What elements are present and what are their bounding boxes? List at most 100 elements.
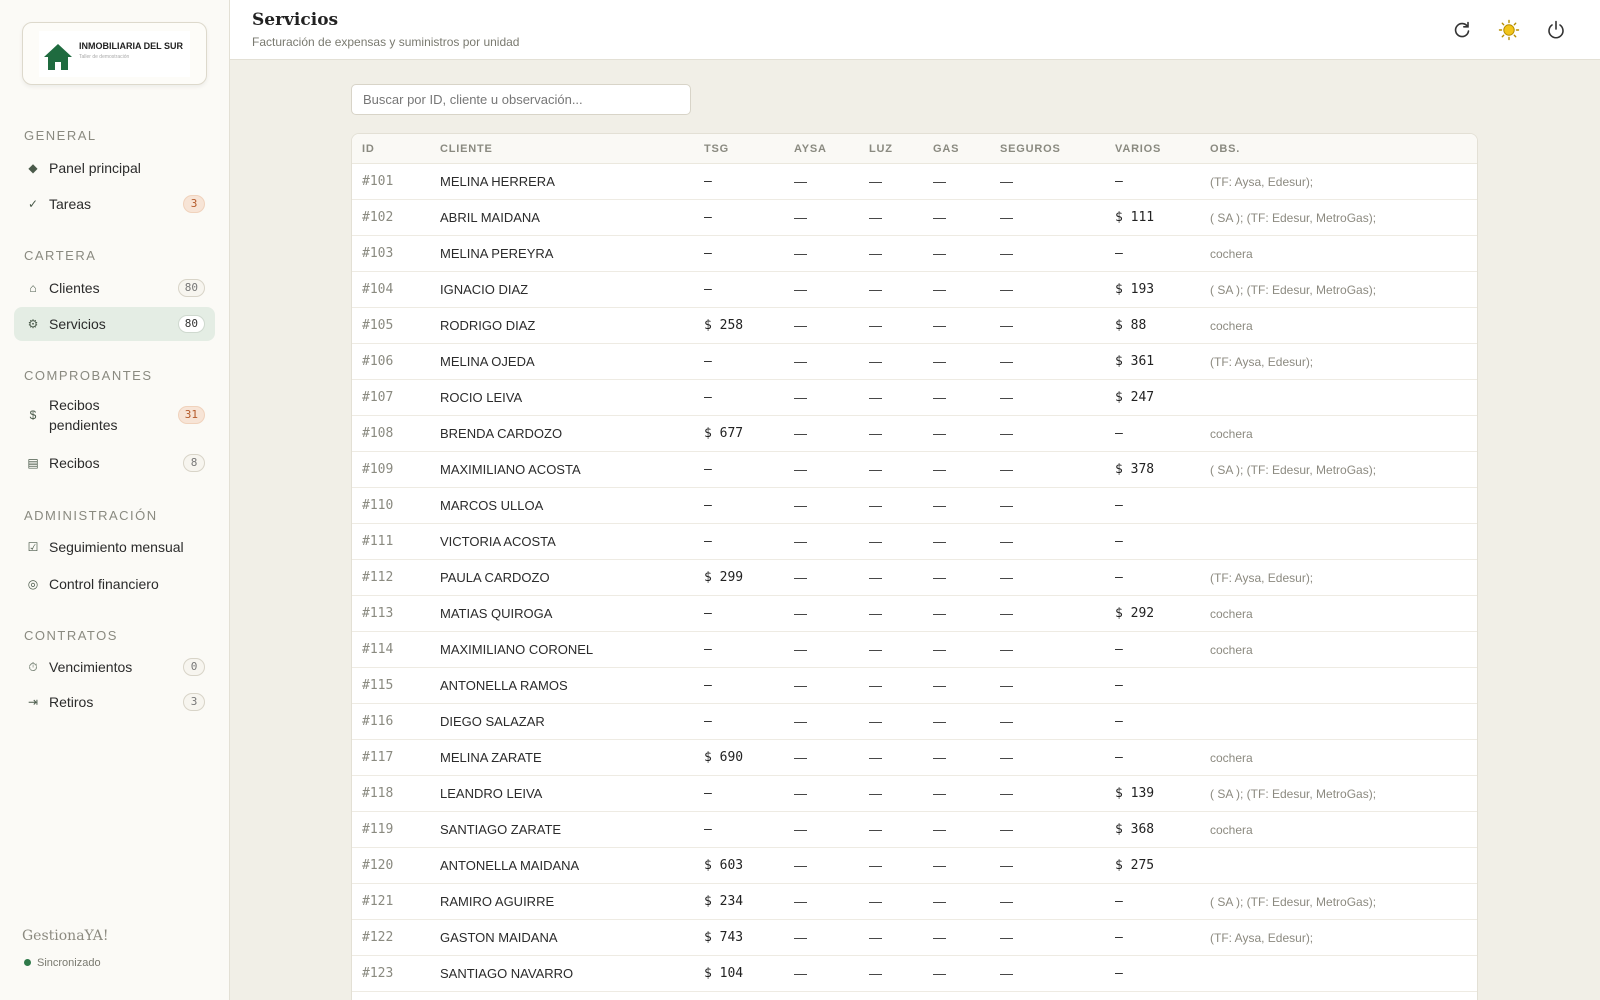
table-row[interactable]: #112 PAULA CARDOZO $ 299 — — — — — (TF: Aysa, Ed… (352, 560, 1477, 596)
cell-cliente: IGNACIO DIAZ (440, 282, 529, 297)
cell-obs: cochera (1210, 607, 1253, 621)
count-badge: 0 (183, 658, 205, 676)
theme-sun-icon (1498, 19, 1520, 41)
company-logo-card[interactable]: INMOBILIARIA DEL SUR Taller de demostrac… (22, 22, 207, 85)
column-header-tsg[interactable]: TSG (704, 134, 729, 164)
section-title-administracion: ADMINISTRACIÓN (24, 508, 158, 523)
logout-button[interactable] (1544, 18, 1568, 42)
table-row[interactable]: #101 MELINA HERRERA — — — — — — (TF: Aysa, Edesu… (352, 164, 1477, 200)
sidebar-item-servicios[interactable]: ⚙ Servicios 80 (14, 307, 215, 341)
sidebar-item-retiros[interactable]: ⇥ Retiros 3 (14, 685, 215, 719)
sidebar-item-panel-principal[interactable]: ◆ Panel principal (14, 151, 215, 185)
cell-seguros: — (1000, 246, 1013, 261)
cell-obs: (TF: Aysa, Edesur); (1210, 175, 1314, 189)
cell-seguros: — (1000, 894, 1013, 909)
house-logo-icon (44, 44, 72, 70)
table-row[interactable]: #119 SANTIAGO ZARATE — — — — — $ 368 cochera (352, 812, 1477, 848)
table-row[interactable]: #104 IGNACIO DIAZ — — — — — $ 193 ( SA ); (TF: E… (352, 272, 1477, 308)
table-row[interactable]: #118 LEANDRO LEIVA — — — — — $ 139 ( SA ); (TF: … (352, 776, 1477, 812)
table-row[interactable]: #117 MELINA ZARATE $ 690 — — — — — cochera (352, 740, 1477, 776)
cell-varios: $ 368 (1115, 822, 1155, 837)
column-header-id[interactable]: ID (362, 134, 375, 164)
cell-aysa: — (794, 570, 807, 585)
cell-tsg: — (704, 678, 712, 693)
cell-gas: — (933, 822, 946, 837)
cell-gas: — (933, 570, 946, 585)
gear-icon: ⚙ (27, 317, 39, 331)
column-header-luz[interactable]: LUZ (869, 134, 893, 164)
column-header-aysa[interactable]: AYSA (794, 134, 827, 164)
sidebar-item-label: Seguimiento mensual (49, 539, 184, 555)
cell-cliente: MELINA OJEDA (440, 354, 535, 369)
table-row[interactable]: #107 ROCIO LEIVA — — — — — $ 247 (352, 380, 1477, 416)
table-row[interactable]: #105 RODRIGO DIAZ $ 258 — — — — $ 88 cochera (352, 308, 1477, 344)
cell-gas: — (933, 894, 946, 909)
cell-cliente: MELINA PEREYRA (440, 246, 554, 261)
cell-varios: — (1115, 642, 1123, 657)
table-row[interactable]: #113 MATIAS QUIROGA — — — — — $ 292 cochera (352, 596, 1477, 632)
sidebar-item-label: Recibos (49, 455, 100, 471)
cell-id: #123 (362, 966, 394, 981)
column-header-varios[interactable]: VARIOS (1115, 134, 1161, 164)
cell-aysa: — (794, 210, 807, 225)
dollar-icon: $ (29, 408, 37, 422)
cell-cliente: SANTIAGO NAVARRO (440, 966, 574, 981)
sidebar-item-seguimiento-mensual[interactable]: ☑ Seguimiento mensual (14, 530, 215, 564)
table-row[interactable]: #123 SANTIAGO NAVARRO $ 104 — — — — — (352, 956, 1477, 992)
logo-title: INMOBILIARIA DEL SUR (79, 41, 184, 51)
cell-aysa: — (794, 930, 807, 945)
cell-obs: (TF: Aysa, Edesur); (1210, 571, 1314, 585)
sync-status: Sincronizado (24, 957, 101, 969)
cell-id: #103 (362, 246, 394, 261)
cell-varios: $ 88 (1115, 318, 1147, 333)
cell-varios: — (1115, 246, 1123, 261)
sidebar-item-recibos[interactable]: ▤ Recibos 8 (14, 446, 215, 480)
cell-luz: — (869, 606, 882, 621)
count-badge: 3 (183, 195, 205, 213)
table-row[interactable]: #102 ABRIL MAIDANA — — — — — $ 111 ( SA ); (TF: … (352, 200, 1477, 236)
cell-aysa: — (794, 858, 807, 873)
count-badge: 31 (177, 406, 205, 424)
search-input[interactable] (351, 84, 691, 115)
refresh-button[interactable] (1450, 18, 1474, 42)
theme-toggle-button[interactable] (1497, 18, 1521, 42)
cell-seguros: — (1000, 426, 1013, 441)
cell-obs: cochera (1210, 427, 1253, 441)
cell-tsg: — (704, 714, 712, 729)
sidebar-item-tareas[interactable]: ✓ Tareas 3 (14, 187, 215, 221)
table-row[interactable]: #111 VICTORIA ACOSTA — — — — — — (352, 524, 1477, 560)
sidebar-item-clientes[interactable]: ⌂ Clientes 80 (14, 271, 215, 305)
table-row[interactable]: #116 DIEGO SALAZAR — — — — — — (352, 704, 1477, 740)
table-row[interactable]: #106 MELINA OJEDA — — — — — $ 361 (TF: Aysa, Ede… (352, 344, 1477, 380)
cell-varios: — (1115, 930, 1123, 945)
cell-varios: $ 139 (1115, 786, 1155, 801)
column-header-seguros[interactable]: SEGUROS (1000, 134, 1061, 164)
cell-obs: ( SA ); (TF: Edesur, MetroGas); (1210, 787, 1377, 801)
cell-cliente: BRENDA CARDOZO (440, 426, 563, 441)
cell-luz: — (869, 678, 882, 693)
cell-obs: cochera (1210, 823, 1253, 837)
cell-id: #115 (362, 678, 394, 693)
column-header-gas[interactable]: GAS (933, 134, 959, 164)
exit-icon: ⇥ (27, 695, 39, 709)
table-row[interactable]: #114 MAXIMILIANO CORONEL — — — — — — cochera (352, 632, 1477, 668)
cell-id: #112 (362, 570, 394, 585)
cell-cliente: LEANDRO LEIVA (440, 786, 543, 801)
table-row[interactable]: #109 MAXIMILIANO ACOSTA — — — — — $ 378 ( SA ); … (352, 452, 1477, 488)
table-row[interactable]: #122 GASTON MAIDANA $ 743 — — — — — (TF: Aysa, E… (352, 920, 1477, 956)
cell-cliente: RAMIRO AGUIRRE (440, 894, 555, 909)
column-header-obs[interactable]: OBS. (1210, 134, 1240, 164)
table-row[interactable]: #120 ANTONELLA MAIDANA $ 603 — — — — $ 275 (352, 848, 1477, 884)
sidebar-item-vencimientos[interactable]: ⏱ Vencimientos 0 (14, 650, 215, 684)
table-row[interactable]: #121 RAMIRO AGUIRRE $ 234 — — — — — ( SA ); (TF:… (352, 884, 1477, 920)
table-row[interactable]: #103 MELINA PEREYRA — — — — — — cochera (352, 236, 1477, 272)
table-row[interactable]: #110 MARCOS ULLOA — — — — — — (352, 488, 1477, 524)
cell-gas: — (933, 534, 946, 549)
sidebar-item-recibos-pendientes[interactable]: $ Recibos pendientes 31 (14, 393, 215, 437)
table-row[interactable]: #115 ANTONELLA RAMOS — — — — — — (352, 668, 1477, 704)
sidebar-item-control-financiero[interactable]: ◎ Control financiero (14, 567, 215, 601)
cell-id: #109 (362, 462, 394, 477)
table-row[interactable]: #108 BRENDA CARDOZO $ 677 — — — — — cochera (352, 416, 1477, 452)
cell-tsg: — (704, 462, 712, 477)
column-header-cliente[interactable]: CLIENTE (440, 134, 493, 164)
